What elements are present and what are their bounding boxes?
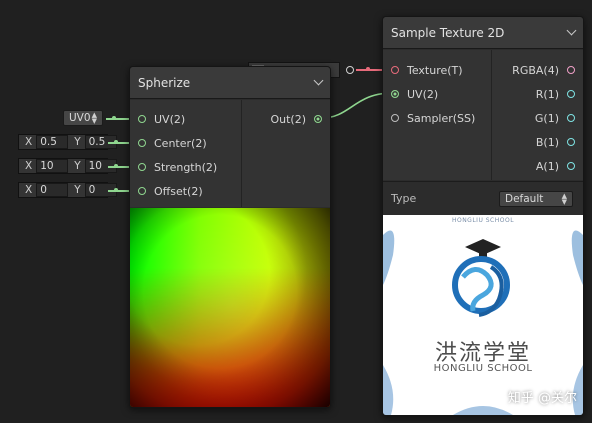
sample-texture-output-r[interactable]: R(1) [536,86,575,102]
port-label: R(1) [535,87,559,101]
sample-texture-node-header[interactable]: Sample Texture 2D [383,17,583,49]
offset-y-label: Y [74,184,81,196]
center-y-label: Y [74,136,81,148]
port-circle-icon[interactable] [567,66,575,74]
center-x-input[interactable]: 0.5 [36,135,69,149]
spherize-node[interactable]: Spherize UV(2) Center(2) Strength(2) Off… [129,66,331,408]
port-circle-icon[interactable] [567,90,575,98]
port-circle-icon[interactable] [567,138,575,146]
texture-preview: HONGLIU SCHOOL 洪流学堂 HONGLIU SCHOOL 知乎 @关… [383,215,583,415]
strength-field[interactable]: X 10 Y 10 [18,158,117,174]
hongliu-logo-graphic [383,230,583,415]
port-circle-icon[interactable] [567,162,575,170]
spherize-input-uv[interactable]: UV(2) [138,111,185,127]
chevron-down-icon[interactable] [313,75,324,86]
port-label: UV(2) [407,87,439,101]
uv-channel-dropdown[interactable]: UV0 ▲ ▼ [63,110,103,126]
port-circle-icon[interactable] [391,90,399,98]
spherize-input-center[interactable]: Center(2) [138,135,207,151]
spherize-title: Spherize [138,75,191,90]
texture-wire-dot [366,67,370,71]
offset-x-input[interactable]: 0 [36,183,69,197]
logo-english-text: HONGLIU SCHOOL [433,363,533,374]
sample-texture-output-a[interactable]: A(1) [536,158,575,174]
port-label: Texture(T) [407,63,463,77]
chevron-down-icon[interactable] [566,25,577,36]
type-row: Type Default ▲ ▼ [383,181,583,216]
up-down-icon: ▲ ▼ [91,111,97,125]
strength-x-label: X [25,160,33,172]
port-label: RGBA(4) [512,63,559,77]
sample-texture-input-uv[interactable]: UV(2) [391,86,438,102]
spherize-output-out[interactable]: Out(2) [270,111,322,127]
port-circle-icon[interactable] [138,187,146,195]
sample-texture-node[interactable]: Sample Texture 2D Texture(T) UV(2) Sampl… [382,16,584,416]
strength-x-input[interactable]: 10 [36,159,69,173]
offset-x-label: X [25,184,33,196]
sample-texture-input-sampler[interactable]: Sampler(SS) [391,110,475,126]
center-field[interactable]: X 0.5 Y 0.5 [18,134,117,150]
port-label: G(1) [534,111,559,125]
logo-top-text: HONGLIU SCHOOL [451,217,515,224]
port-circle-icon[interactable] [138,115,146,123]
port-label: Center(2) [154,136,207,150]
sample-texture-output-g[interactable]: G(1) [535,110,575,126]
port-circle-icon[interactable] [314,115,322,123]
port-label: Out(2) [270,112,306,126]
port-label: Strength(2) [154,160,218,174]
up-down-icon: ▲ ▼ [561,192,567,206]
uv-channel-value: UV0 [69,112,91,124]
texture-port-dot [346,66,354,74]
center-wire-dot [114,140,118,144]
port-circle-icon[interactable] [391,66,399,74]
port-label: UV(2) [154,112,186,126]
port-label: Sampler(SS) [407,111,476,125]
port-circle-icon[interactable] [138,163,146,171]
port-circle-icon[interactable] [391,114,399,122]
sample-texture-title: Sample Texture 2D [391,25,505,40]
spherize-preview-shadow [130,208,330,407]
uv-wire-dot [112,116,116,120]
strength-wire-dot [114,164,118,168]
center-x-label: X [25,136,33,148]
watermark-text: 知乎 @关尔 [507,391,577,406]
port-label: A(1) [535,159,559,173]
type-label: Type [391,192,417,205]
type-dropdown[interactable]: Default ▲ ▼ [499,191,573,207]
port-circle-icon[interactable] [567,114,575,122]
sample-texture-input-texture[interactable]: Texture(T) [391,62,463,78]
spherize-preview [130,173,330,407]
sample-texture-output-b[interactable]: B(1) [536,134,575,150]
sample-texture-output-rgba[interactable]: RGBA(4) [512,62,575,78]
port-label: B(1) [535,135,559,149]
port-circle-icon[interactable] [138,139,146,147]
strength-y-label: Y [74,160,81,172]
offset-wire-dot [114,188,118,192]
spherize-input-strength[interactable]: Strength(2) [138,159,217,175]
offset-field[interactable]: X 0 Y 0 [18,182,117,198]
type-dropdown-value: Default [505,193,544,205]
spherize-node-header[interactable]: Spherize [130,67,330,99]
sample-texture-divider [491,50,492,180]
